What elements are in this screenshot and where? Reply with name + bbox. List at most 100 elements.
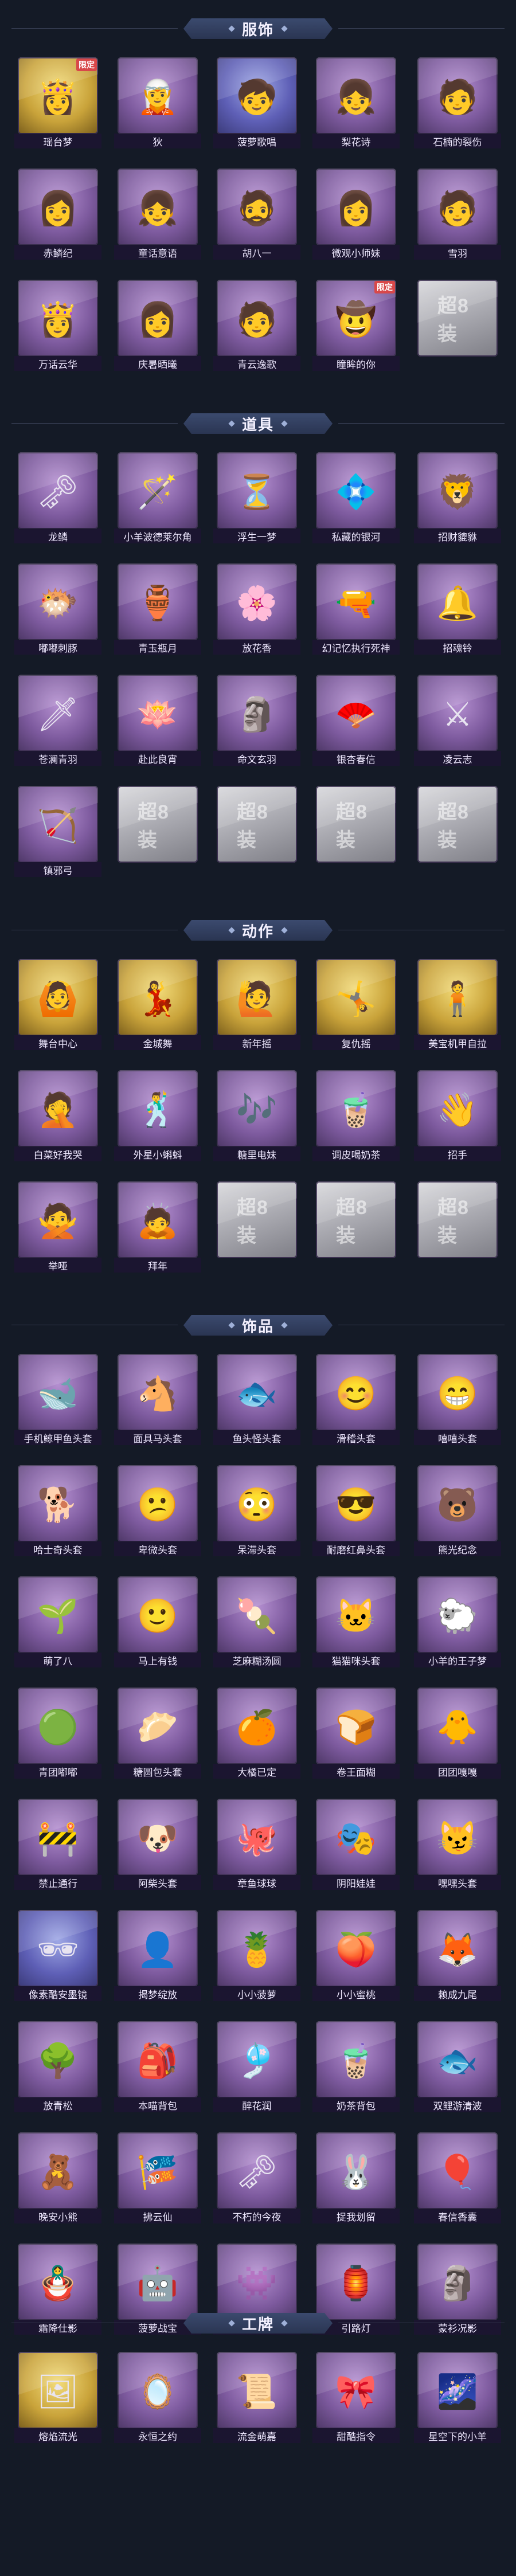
item-tile[interactable]: 👸 限定 瑶台梦	[14, 57, 101, 150]
item-tile[interactable]: 🙅 举哑	[14, 1181, 101, 1274]
item-tile[interactable]: 🧋 调皮喝奶茶	[312, 1070, 400, 1163]
item-tile[interactable]: 🧋 奶茶背包	[312, 2021, 400, 2114]
empty-slot[interactable]: 超8装	[417, 280, 498, 373]
item-tile[interactable]: 😎 耐磨红鼻头套	[312, 1465, 400, 1558]
item-tile[interactable]: 🏹 镇邪弓	[14, 786, 101, 879]
item-tile[interactable]: 🪄 小羊波德莱尔角	[114, 452, 201, 545]
item-tile[interactable]: 🐋 手机鲸甲鱼头套	[14, 1354, 101, 1447]
item-tile[interactable]: 🌱 萌了八	[14, 1576, 101, 1669]
item-tile[interactable]: 🟢 青团嘟嘟	[14, 1688, 101, 1780]
item-tile[interactable]: 💠 私藏的银河	[312, 452, 400, 545]
empty-slot[interactable]: 超8装	[316, 786, 396, 879]
item-tile[interactable]: 😊 滑稽头套	[312, 1354, 400, 1447]
item-tile[interactable]: 🧝 狄	[114, 57, 201, 150]
item-tile[interactable]: ⏳ 浮生一梦	[213, 452, 300, 545]
empty-slot[interactable]: 超8装	[316, 1181, 396, 1274]
item-tile[interactable]: 🎭 阴阳娃娃	[312, 1799, 400, 1892]
item-tile[interactable]: 🍑 小小蜜桃	[312, 1910, 400, 2003]
item-tile[interactable]: 😼 嘿嘿头套	[414, 1799, 501, 1892]
item-tile[interactable]: 🧑 雪羽	[414, 169, 501, 261]
item-tile[interactable]: 👧 梨花诗	[312, 57, 400, 150]
item-tile[interactable]: 🧒 菠萝歌唱	[213, 57, 300, 150]
item-tile[interactable]: 🪷 赴此良宵	[114, 675, 201, 768]
empty-slot[interactable]: 超8装	[417, 786, 498, 879]
item-tile[interactable]: 🙆 舞台中心	[14, 959, 101, 1052]
item-tile[interactable]: 🌳 放青松	[14, 2021, 101, 2114]
item-tile[interactable]: 🦁 招财貔貅	[414, 452, 501, 545]
item-tile[interactable]: 🤠 限定 瞳眸的你	[312, 280, 400, 373]
item-tile[interactable]: 🙇 拜年	[114, 1181, 201, 1274]
item-tile[interactable]: 🧍 美宝机甲自拉	[414, 959, 501, 1052]
item-tile[interactable]: 🐴 面具马头套	[114, 1354, 201, 1447]
item-name: 调皮喝奶茶	[312, 1146, 400, 1161]
item-tile[interactable]: 🍊 大橘已定	[213, 1688, 300, 1780]
item-tile[interactable]: 🪭 银杏春信	[312, 675, 400, 768]
item-tile[interactable]: 🐶 阿柴头套	[114, 1799, 201, 1892]
item-tile[interactable]: 🍍 小小菠萝	[213, 1910, 300, 2003]
item-tile[interactable]: 🐑 小羊的王子梦	[414, 1576, 501, 1669]
item-tile[interactable]: 🍞 卷王面糊	[312, 1688, 400, 1780]
item-tile[interactable]: 🌌 星空下的小羊	[414, 2352, 501, 2445]
empty-slot[interactable]: 超8装	[118, 786, 198, 879]
item-tile[interactable]: 🗿 命文玄羽	[213, 675, 300, 768]
item-tile[interactable]: 🗡 苍澜青羽	[14, 675, 101, 768]
item-tile[interactable]: 🕺 外星小蝌蚪	[114, 1070, 201, 1163]
item-tile[interactable]: 🧔 胡八一	[213, 169, 300, 261]
item-tile[interactable]: 🖼 熔焰流光	[14, 2352, 101, 2445]
item-name: 拂云仙	[114, 2209, 201, 2223]
empty-slot[interactable]: 超8装	[217, 786, 297, 879]
item-tile[interactable]: 🥟 糖圆包头套	[114, 1688, 201, 1780]
item-tile[interactable]: 🗝 龙鳞	[14, 452, 101, 545]
item-card: 超8装	[417, 786, 498, 863]
item-tile[interactable]: 🔔 招魂铃	[414, 563, 501, 656]
item-tile[interactable]: 🤸 复仇摇	[312, 959, 400, 1052]
item-tile[interactable]: 🦊 赖成九尾	[414, 1910, 501, 2003]
item-tile[interactable]: 🔫 幻记忆执行死神	[312, 563, 400, 656]
item-tile[interactable]: 🪞 永恒之约	[114, 2352, 201, 2445]
item-tile[interactable]: 👩 庆暑晒曦	[114, 280, 201, 373]
item-tile[interactable]: 👤 揭梦绽放	[114, 1910, 201, 2003]
item-tile[interactable]: 🎐 醉花润	[213, 2021, 300, 2114]
item-name: 糖里电妹	[213, 1146, 300, 1161]
item-tile[interactable]: ⚔ 凌云志	[414, 675, 501, 768]
empty-slot[interactable]: 超8装	[217, 1181, 297, 1274]
item-tile[interactable]: 🐡 嘟嘟刺豚	[14, 563, 101, 656]
item-tile[interactable]: 🏺 青玉瓶月	[114, 563, 201, 656]
item-tile[interactable]: 👸 万话云华	[14, 280, 101, 373]
item-tile[interactable]: 💃 金城舞	[114, 959, 201, 1052]
item-tile[interactable]: 🐰 捉我划留	[312, 2132, 400, 2225]
item-tile[interactable]: 🐕 哈士奇头套	[14, 1465, 101, 1558]
item-tile[interactable]: 🎈 春信香囊	[414, 2132, 501, 2225]
item-tile[interactable]: 🐥 团团嘎嘎	[414, 1688, 501, 1780]
item-tile[interactable]: 🐱 猫猫咪头套	[312, 1576, 400, 1669]
item-tile[interactable]: 🌸 放花香	[213, 563, 300, 656]
item-tile[interactable]: 😕 卑微头套	[114, 1465, 201, 1558]
item-tile[interactable]: 🧸 晚安小熊	[14, 2132, 101, 2225]
item-tile[interactable]: 🤦 白菜好我哭	[14, 1070, 101, 1163]
item-tile[interactable]: 😳 呆滞头套	[213, 1465, 300, 1558]
item-tile[interactable]: 🗝 不朽的今夜	[213, 2132, 300, 2225]
item-tile[interactable]: 🐙 章鱼球球	[213, 1799, 300, 1892]
item-tile[interactable]: 🙂 马上有钱	[114, 1576, 201, 1669]
item-tile[interactable]: 👩 微观小师妹	[312, 169, 400, 261]
item-tile[interactable]: 🕶 像素酷安墨镜	[14, 1910, 101, 2003]
item-tile[interactable]: 🎒 本喵背包	[114, 2021, 201, 2114]
item-tile[interactable]: 🍡 芝麻糊汤圆	[213, 1576, 300, 1669]
item-tile[interactable]: 🎶 糖里电妹	[213, 1070, 300, 1163]
item-tile[interactable]: 📜 流金萌嘉	[213, 2352, 300, 2445]
item-tile[interactable]: 🐟 双鲤游清波	[414, 2021, 501, 2114]
item-tile[interactable]: 🚧 禁止通行	[14, 1799, 101, 1892]
item-tile[interactable]: 🎏 拂云仙	[114, 2132, 201, 2225]
item-tile[interactable]: 👩 赤鳞纪	[14, 169, 101, 261]
item-tile[interactable]: 🐟 鱼头怪头套	[213, 1354, 300, 1447]
item-tile[interactable]: 🎀 甜酷指令	[312, 2352, 400, 2445]
item-tile[interactable]: 🧑 石楠的裂伤	[414, 57, 501, 150]
empty-slot[interactable]: 超8装	[417, 1181, 498, 1274]
item-tile[interactable]: 👧 童话意语	[114, 169, 201, 261]
item-tile[interactable]: 👋 招手	[414, 1070, 501, 1163]
character-icon: 👧	[136, 189, 179, 227]
item-tile[interactable]: 🐻 熊光纪念	[414, 1465, 501, 1558]
item-tile[interactable]: 😁 嘻嘻头套	[414, 1354, 501, 1447]
item-tile[interactable]: 🙋 新年摇	[213, 959, 300, 1052]
item-tile[interactable]: 🧑 青云逸歌	[213, 280, 300, 373]
